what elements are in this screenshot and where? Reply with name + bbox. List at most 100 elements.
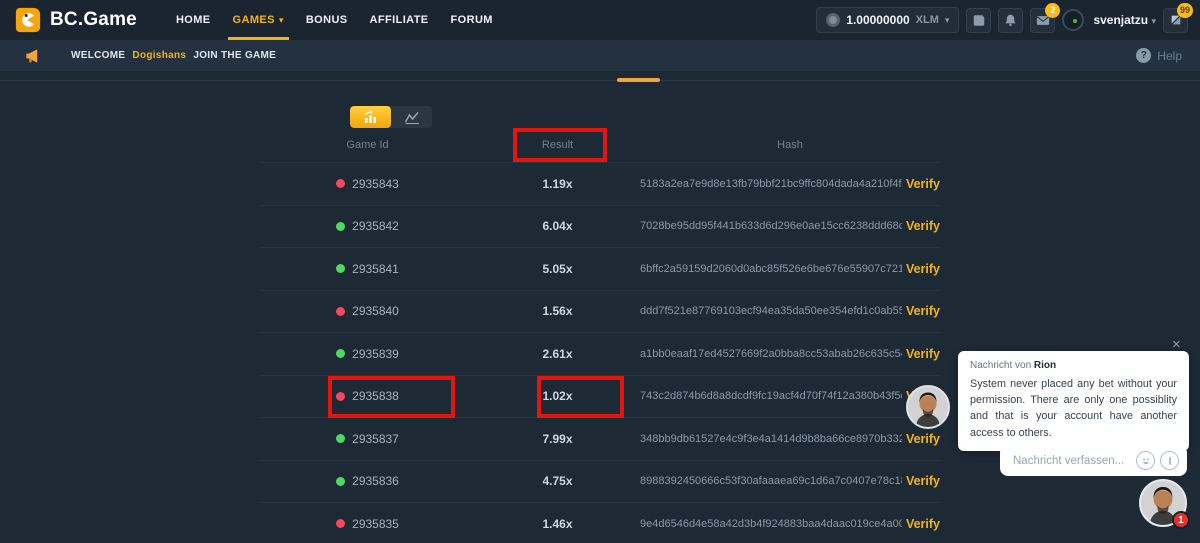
table-header: Game Id Result Hash: [260, 128, 940, 162]
close-icon[interactable]: ×: [1172, 337, 1181, 352]
table-row: 2935842 6.04x 7028be95dd95f441b633d6d296…: [260, 205, 940, 248]
result-value: 1.56x: [475, 304, 640, 318]
page: BC.Game HOME GAMES▾ BONUS AFFILIATE FORU…: [0, 0, 1200, 543]
game-id-cell: 2935835: [260, 517, 475, 531]
game-id[interactable]: 2935843: [352, 177, 399, 191]
hash-cell: 6bffc2a59159d2060d0abc85f526e6be676e5590…: [640, 262, 940, 276]
verify-link[interactable]: Verify: [906, 347, 940, 361]
smiley-glyph: [1140, 455, 1152, 467]
game-id[interactable]: 2935840: [352, 304, 399, 318]
notifications-button[interactable]: [998, 8, 1023, 33]
nav-forum[interactable]: FORUM: [440, 0, 504, 40]
verify-link[interactable]: Verify: [906, 474, 940, 488]
chat-message-card: Nachricht von Rion System never placed a…: [958, 351, 1189, 451]
nav-bonus[interactable]: BONUS: [295, 0, 359, 40]
hash-cell: 9e4d6546d4e58a42d3b4f924883baa4daac019ce…: [640, 517, 940, 531]
username-menu[interactable]: svenjatzu ▾: [1093, 13, 1156, 27]
result-value: 6.04x: [475, 219, 640, 233]
game-id[interactable]: 2935838: [352, 389, 399, 403]
bell-icon: [1004, 13, 1017, 27]
game-id[interactable]: 2935841: [352, 262, 399, 276]
result-value: 2.61x: [475, 347, 640, 361]
chat-badge: 99: [1177, 3, 1193, 18]
chevron-down-icon: ▾: [279, 15, 284, 26]
verify-link[interactable]: Verify: [906, 517, 940, 531]
result-value: 1.02x: [475, 389, 640, 403]
header-result: Result: [475, 139, 640, 151]
bcgame-logo-icon[interactable]: [14, 6, 42, 34]
hash-cell: 8988392450666c53f30afaaaea69c1d6a7c0407e…: [640, 474, 940, 488]
result-status-dot: [336, 307, 345, 316]
result-value: 1.46x: [475, 517, 640, 531]
support-avatar[interactable]: 1: [1139, 479, 1187, 527]
brand-title: BC.Game: [50, 9, 137, 31]
announcement-bar: WELCOME Dogishans JOIN THE GAME ? Help: [0, 40, 1200, 71]
attachment-icon[interactable]: [1160, 451, 1179, 470]
hash-value: 6bffc2a59159d2060d0abc85f526e6be676e5590…: [640, 263, 902, 275]
game-id-cell: 2935840: [260, 304, 475, 318]
result-status-dot: [336, 264, 345, 273]
agent-avatar[interactable]: [906, 385, 950, 429]
game-id-cell: 2935837: [260, 432, 475, 446]
result-status-dot: [336, 179, 345, 188]
result-value: 5.05x: [475, 262, 640, 276]
table-row: 2935839 2.61x a1bb0eaaf17ed4527669f2a0bb…: [260, 332, 940, 375]
game-id-cell: 2935838: [260, 389, 475, 403]
chat-button[interactable]: 99: [1163, 8, 1188, 33]
trend-line-icon: [404, 111, 420, 124]
messages-button[interactable]: 2: [1030, 8, 1055, 33]
hash-value: 8988392450666c53f30afaaaea69c1d6a7c0407e…: [640, 475, 902, 487]
verify-link[interactable]: Verify: [906, 432, 940, 446]
nav-home[interactable]: HOME: [165, 0, 222, 40]
nav-games[interactable]: GAMES▾: [222, 0, 295, 40]
game-id-cell: 2935843: [260, 177, 475, 191]
verify-link[interactable]: Verify: [906, 219, 940, 233]
coin-icon: [826, 13, 840, 27]
bar-chart-icon: [363, 110, 379, 124]
emoji-icon[interactable]: [1136, 451, 1155, 470]
game-id-cell: 2935839: [260, 347, 475, 361]
table-row: 2935838 1.02x 743c2d874b6d8a8dcdf9fc19ac…: [260, 375, 940, 418]
balance-currency: XLM: [916, 14, 939, 26]
verify-link[interactable]: Verify: [906, 177, 940, 191]
hash-value: 7028be95dd95f441b633d6d296e0ae15cc6238dd…: [640, 220, 902, 232]
table-row: 2935835 1.46x 9e4d6546d4e58a42d3b4f92488…: [260, 502, 940, 543]
user-avatar[interactable]: [1062, 9, 1084, 31]
verify-link[interactable]: Verify: [906, 304, 940, 318]
wallet-button[interactable]: [966, 8, 991, 33]
hash-cell: a1bb0eaaf17ed4527669f2a0bba8cc53abab26c6…: [640, 347, 940, 361]
table-row: 2935841 5.05x 6bffc2a59159d2060d0abc85f5…: [260, 247, 940, 290]
trend-view-button[interactable]: [391, 106, 432, 128]
chat-input-bar: [1000, 445, 1187, 476]
hash-value: 743c2d874b6d8a8dcdf9fc19acf4d70f74f12a38…: [640, 390, 902, 402]
announcement-text: WELCOME Dogishans JOIN THE GAME: [71, 50, 276, 61]
history-view-toggle: [350, 106, 432, 128]
game-id[interactable]: 2935835: [352, 517, 399, 531]
balance-selector[interactable]: 1.00000000 XLM ▾: [816, 7, 959, 33]
bar-chart-view-button[interactable]: [350, 106, 391, 128]
main-nav: HOME GAMES▾ BONUS AFFILIATE FORUM: [165, 0, 504, 40]
megaphone-icon: [24, 48, 41, 64]
messages-badge: 2: [1045, 3, 1060, 18]
verify-link[interactable]: Verify: [906, 262, 940, 276]
balance-amount: 1.00000000: [846, 13, 909, 27]
hash-value: 348bb9db61527e4c9f3e4a1414d9b8ba66ce8970…: [640, 433, 902, 445]
game-id-cell: 2935842: [260, 219, 475, 233]
result-status-dot: [336, 349, 345, 358]
top-navbar: BC.Game HOME GAMES▾ BONUS AFFILIATE FORU…: [0, 0, 1200, 40]
result-value: 7.99x: [475, 432, 640, 446]
chat-message-text: System never placed any bet without your…: [970, 376, 1177, 441]
game-id[interactable]: 2935842: [352, 219, 399, 233]
hash-cell: 743c2d874b6d8a8dcdf9fc19acf4d70f74f12a38…: [640, 389, 940, 403]
panel-collapse-handle[interactable]: [617, 78, 660, 82]
chevron-down-icon: ▾: [1151, 16, 1156, 26]
chat-input[interactable]: [1013, 455, 1131, 467]
content-divider: [0, 80, 1200, 81]
help-button[interactable]: ? Help: [1136, 48, 1182, 63]
nav-affiliate[interactable]: AFFILIATE: [359, 0, 440, 40]
hash-value: ddd7f521e87769103ecf94ea35da50ee354efd1c…: [640, 305, 902, 317]
game-history-table: Game Id Result Hash 2935843 1.19x 5183a2…: [260, 128, 940, 543]
game-id[interactable]: 2935837: [352, 432, 399, 446]
game-id[interactable]: 2935839: [352, 347, 399, 361]
game-id[interactable]: 2935836: [352, 474, 399, 488]
